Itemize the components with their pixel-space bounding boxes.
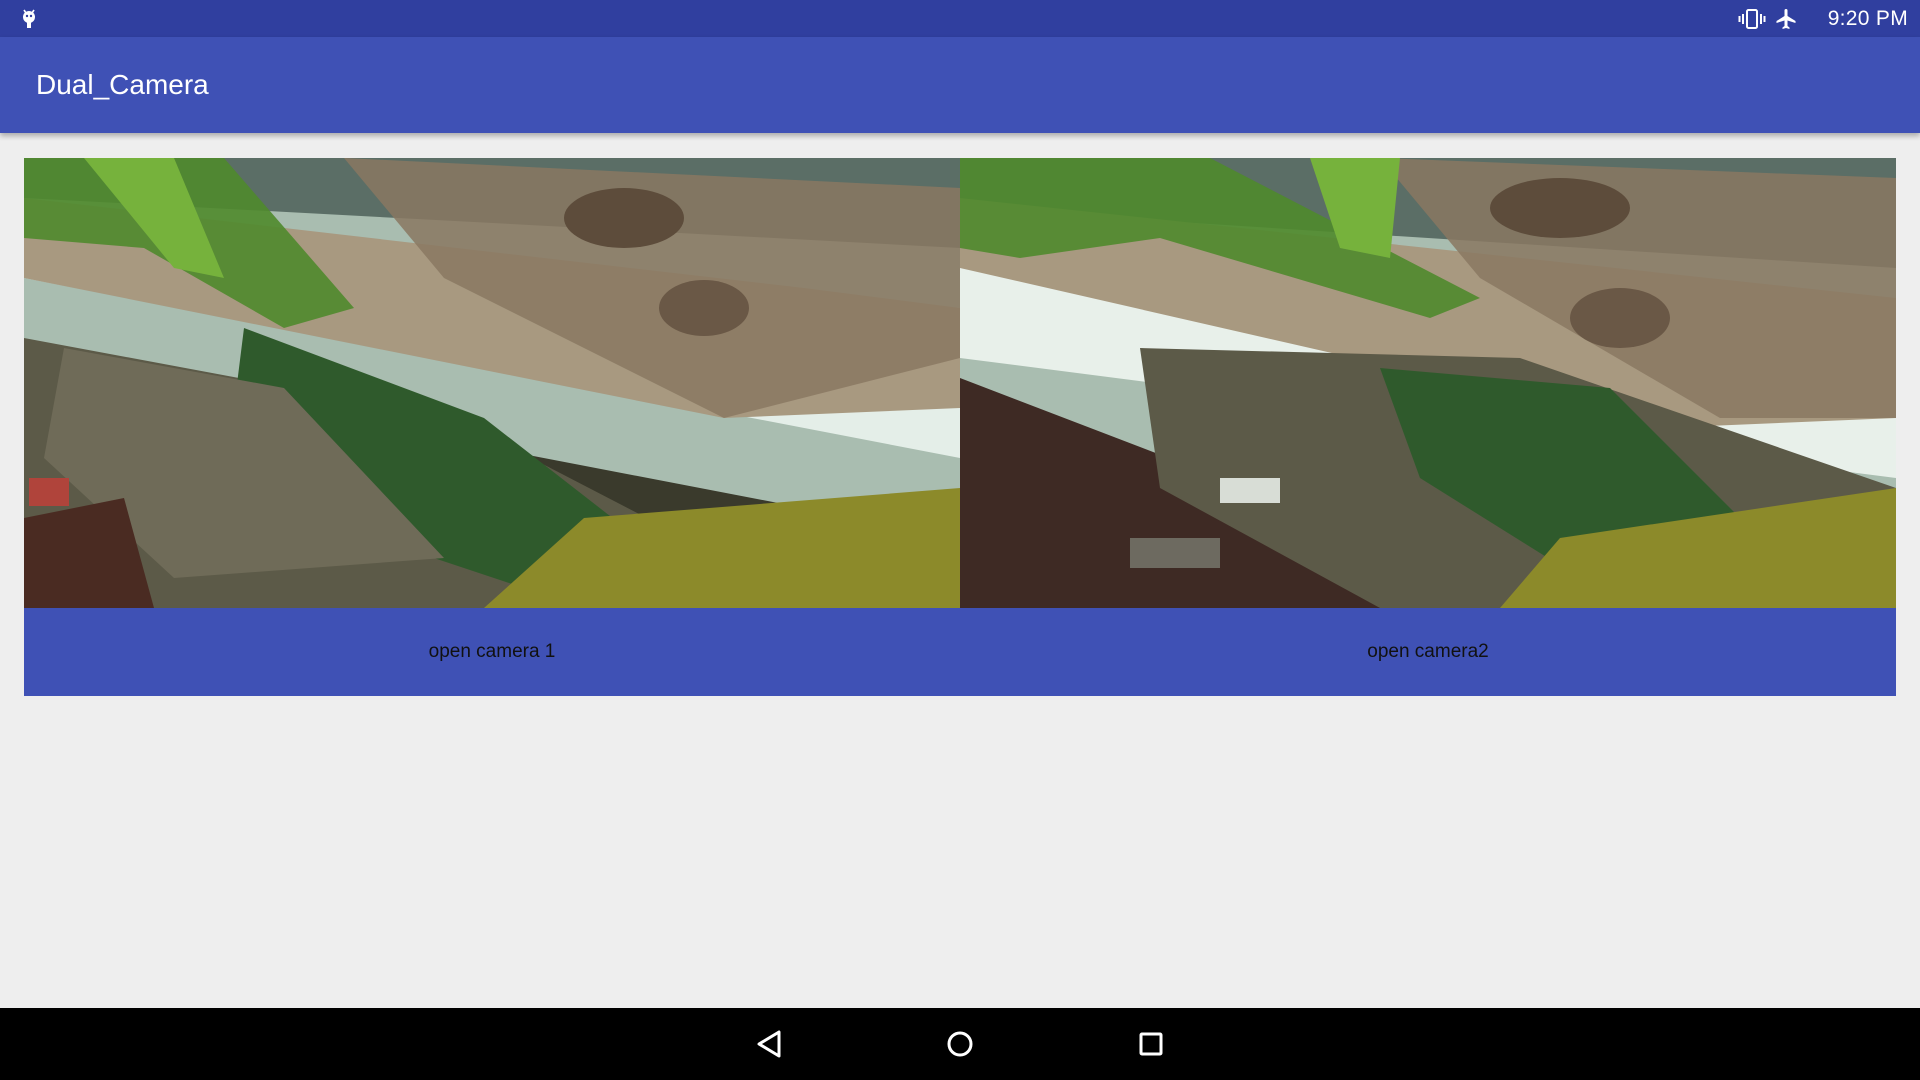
back-icon[interactable] <box>745 1020 793 1068</box>
camera-buttons-bar: open camera 1 open camera2 <box>24 608 1896 696</box>
android-debug-icon <box>23 9 35 28</box>
status-clock: 9:20 PM <box>1827 6 1908 30</box>
camera-preview-image <box>960 158 1896 608</box>
navigation-bar <box>0 1008 1920 1080</box>
camera-2-preview <box>960 158 1896 608</box>
app-bar: Dual_Camera <box>0 37 1920 133</box>
camera-previews <box>24 158 1896 608</box>
camera-preview-image <box>24 158 960 608</box>
open-camera-2-button[interactable]: open camera2 <box>960 608 1896 696</box>
home-icon[interactable] <box>936 1020 984 1068</box>
camera-1-preview <box>24 158 960 608</box>
recents-icon[interactable] <box>1127 1020 1175 1068</box>
vibrate-icon <box>1738 8 1766 29</box>
open-camera-1-button[interactable]: open camera 1 <box>24 608 960 696</box>
airplane-mode-icon <box>1776 8 1796 29</box>
main-content: open camera 1 open camera2 <box>24 158 1896 696</box>
app-title: Dual_Camera <box>36 69 209 100</box>
status-bar: 9:20 PM <box>0 0 1920 37</box>
